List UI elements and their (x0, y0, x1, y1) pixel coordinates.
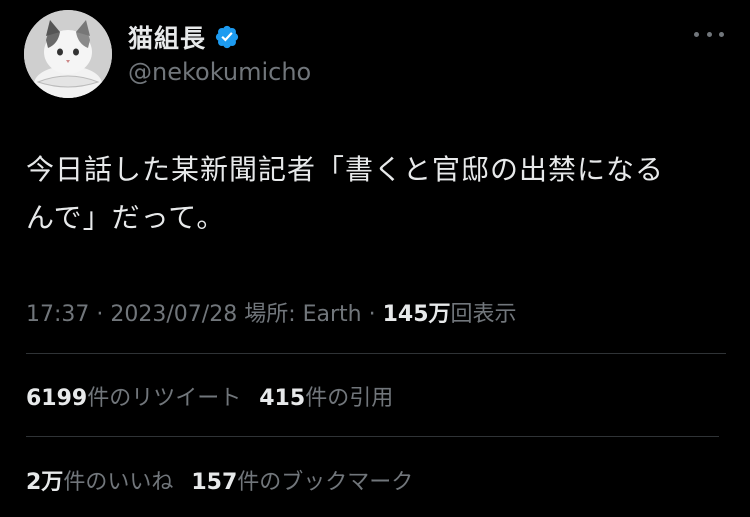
user-handle[interactable]: @nekokumicho (128, 58, 311, 86)
bookmarks-stat[interactable]: 157件のブックマーク (191, 470, 413, 495)
location-value[interactable]: Earth (303, 302, 362, 327)
retweets-label: 件のリツイート (87, 386, 242, 411)
retweets-stat[interactable]: 6199件のリツイート (26, 386, 241, 411)
quotes-count: 415 (259, 386, 306, 411)
tweet-text-line-1: 今日話した某新聞記者「書くと官邸の出禁になる (26, 153, 665, 186)
display-name-row: 猫組長 (128, 20, 240, 54)
bookmarks-count: 157 (191, 470, 238, 495)
location-label: 場所: (237, 302, 303, 327)
views-count: 145万 (382, 302, 451, 327)
retweet-quote-stats: 6199件のリツイート 415件の引用 (26, 380, 393, 412)
cat-avatar-icon (24, 10, 112, 98)
display-name[interactable]: 猫組長 (128, 19, 206, 55)
tweet-meta: 17:37 · 2023/07/28 場所: Earth · 145万回表示 (26, 296, 517, 328)
likes-label: 件のいいね (63, 470, 174, 495)
likes-count: 2万 (26, 470, 64, 495)
retweets-count: 6199 (26, 386, 88, 411)
divider (26, 353, 726, 354)
bookmarks-label: 件のブックマーク (237, 470, 414, 495)
tweet-text-line-2: んで」だって。 (26, 201, 226, 234)
views-label: 回表示 (450, 302, 517, 327)
tweet-detail: 猫組長 @nekokumicho 今日話した某新聞記者「書くと官邸の出禁になる … (0, 0, 750, 517)
divider (26, 436, 719, 437)
quotes-label: 件の引用 (305, 386, 394, 411)
tweet-text: 今日話した某新聞記者「書くと官邸の出禁になる んで」だって。 (26, 146, 730, 242)
more-options-icon[interactable] (694, 22, 724, 46)
meta-separator: · (89, 302, 111, 327)
like-bookmark-stats: 2万件のいいね 157件のブックマーク (26, 464, 413, 496)
verified-badge-icon (214, 24, 240, 50)
likes-stat[interactable]: 2万件のいいね (26, 470, 173, 495)
tweet-time[interactable]: 17:37 (26, 302, 89, 327)
meta-separator: · (361, 302, 383, 327)
tweet-date[interactable]: 2023/07/28 (110, 302, 237, 327)
avatar[interactable] (24, 10, 112, 98)
quotes-stat[interactable]: 415件の引用 (259, 386, 393, 411)
